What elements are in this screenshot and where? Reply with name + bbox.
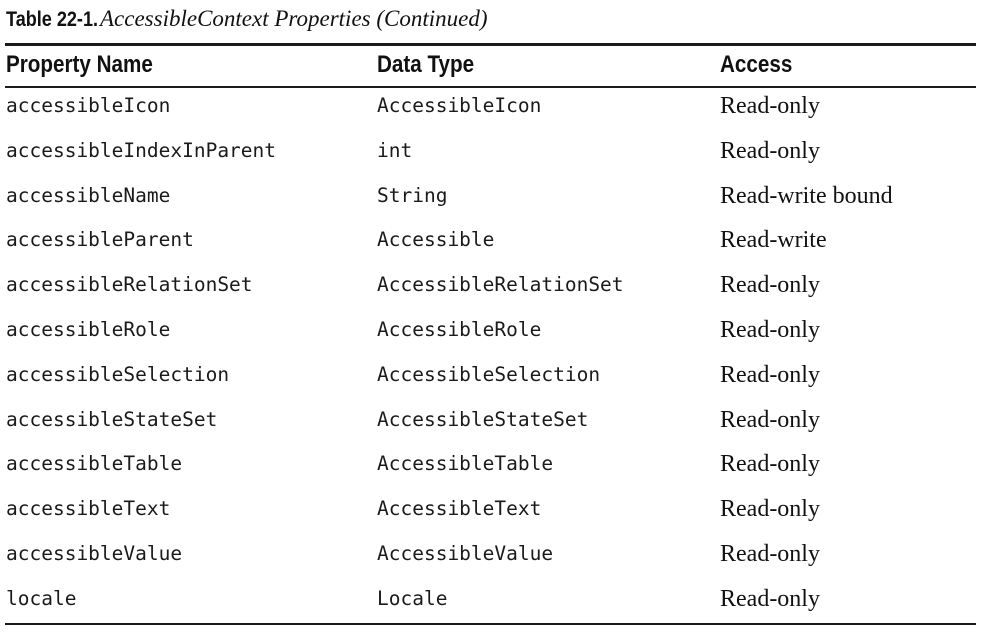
header-data-type: Data Type (377, 51, 475, 78)
table-row: accessibleTable AccessibleTable Read-onl… (0, 446, 986, 491)
access-cell: Read-only (720, 540, 820, 567)
access-cell: Read-only (720, 406, 820, 433)
table-row: accessibleValue AccessibleValue Read-onl… (0, 536, 986, 581)
data-type-cell: AccessibleTable (377, 452, 554, 476)
property-name-cell: accessibleParent (6, 228, 194, 252)
table-row: accessibleSelection AccessibleSelection … (0, 357, 986, 402)
data-type-cell: int (377, 138, 413, 162)
table-caption-title: AccessibleContext Properties (Continued) (100, 6, 488, 31)
table-caption: Table 22-1. AccessibleContext Properties… (6, 4, 488, 34)
access-cell: Read-only (720, 272, 820, 299)
table-row: accessibleName String Read-write bound (0, 178, 986, 223)
table-row: accessibleRelationSet AccessibleRelation… (0, 267, 986, 312)
table-row: accessibleIcon AccessibleIcon Read-only (0, 88, 986, 133)
table-row: accessibleStateSet AccessibleStateSet Re… (0, 402, 986, 447)
access-cell: Read-only (720, 316, 820, 343)
table-header-row: Property Name Data Type Access (0, 46, 986, 86)
data-type-cell: AccessibleRole (377, 317, 542, 341)
data-type-cell: AccessibleRelationSet (377, 273, 624, 297)
access-cell: Read-only (720, 137, 820, 164)
table-body: accessibleIcon AccessibleIcon Read-only … (0, 88, 986, 626)
property-name-cell: accessibleSelection (6, 362, 230, 386)
table-row: accessibleParent Accessible Read-write (0, 222, 986, 267)
property-name-cell: accessibleTable (6, 452, 183, 476)
data-type-cell: AccessibleValue (377, 541, 554, 565)
data-type-cell: AccessibleStateSet (377, 407, 589, 431)
property-name-cell: accessibleText (6, 497, 171, 521)
property-name-cell: accessibleIcon (6, 94, 171, 117)
property-name-cell: accessibleRelationSet (6, 273, 253, 297)
data-type-cell: AccessibleText (377, 497, 542, 521)
property-name-cell: accessibleRole (6, 317, 171, 341)
property-name-cell: accessibleIndexInParent (6, 138, 277, 162)
access-cell: Read-only (720, 93, 820, 119)
access-cell: Read-only (720, 585, 820, 612)
property-name-cell: locale (6, 586, 77, 610)
table-row: accessibleRole AccessibleRole Read-only (0, 312, 986, 357)
access-cell: Read-write (720, 227, 827, 254)
access-cell: Read-only (720, 361, 820, 388)
header-property-name: Property Name (6, 51, 153, 78)
table-row: accessibleText AccessibleText Read-only (0, 491, 986, 536)
header-access: Access (720, 51, 793, 78)
table-caption-label: Table 22-1. (6, 8, 99, 31)
table-bottom-rule (5, 623, 976, 625)
data-type-cell: AccessibleIcon (377, 94, 542, 117)
data-type-cell: Locale (377, 586, 448, 610)
property-name-cell: accessibleValue (6, 541, 183, 565)
property-name-cell: accessibleName (6, 183, 171, 207)
access-cell: Read-only (720, 496, 820, 523)
data-type-cell: Accessible (377, 228, 495, 252)
access-cell: Read-only (720, 451, 820, 478)
data-type-cell: String (377, 183, 448, 207)
access-cell: Read-write bound (720, 182, 893, 209)
table-row: accessibleIndexInParent int Read-only (0, 133, 986, 178)
table-row: locale Locale Read-only (0, 581, 986, 626)
property-name-cell: accessibleStateSet (6, 407, 218, 431)
data-type-cell: AccessibleSelection (377, 362, 601, 386)
